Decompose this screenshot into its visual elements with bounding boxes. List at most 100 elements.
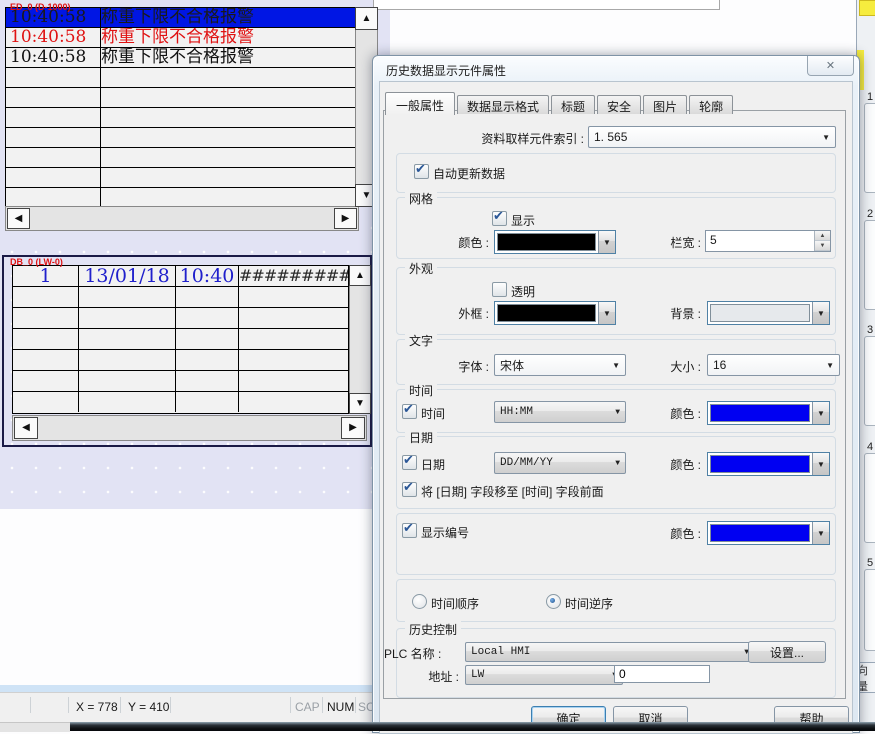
show-number-label: 显示编号 <box>421 524 469 541</box>
table-hscrollbar[interactable] <box>12 415 367 441</box>
background-color-select[interactable]: ▼ <box>707 301 830 325</box>
grid-show-checkbox[interactable]: ✔ <box>492 211 507 226</box>
library-item-thumb[interactable] <box>864 569 875 651</box>
table-row <box>13 287 348 308</box>
close-icon[interactable]: ✕ <box>807 56 854 76</box>
table-row <box>13 371 348 392</box>
library-item-number: 4 <box>867 441 873 453</box>
check-icon: ✔ <box>403 520 414 536</box>
settings-button[interactable]: 设置... <box>748 641 826 663</box>
scroll-left-button[interactable]: ◀ <box>14 417 38 439</box>
check-icon: ✔ <box>493 208 504 224</box>
scroll-up-button[interactable]: ▲ <box>349 265 371 286</box>
date-format-select[interactable]: DD/MM/YY▼ <box>494 452 626 474</box>
font-label: 字体 : <box>435 358 489 375</box>
grid-color-label: 颜色 : <box>435 234 489 251</box>
library-item-thumb[interactable] <box>864 453 875 543</box>
color-swatch <box>710 304 810 322</box>
cursor-x-readout: X = 778 <box>76 700 118 714</box>
auto-update-checkbox[interactable]: ✔ <box>414 164 429 179</box>
color-swatch <box>497 304 596 322</box>
color-swatch <box>497 233 596 251</box>
alarm-hscrollbar[interactable] <box>5 206 359 231</box>
tab-security[interactable]: 安全 <box>597 95 641 114</box>
address-value-input[interactable] <box>614 665 710 683</box>
time-descending-label: 时间逆序 <box>565 595 613 612</box>
time-label: 时间 <box>421 405 445 422</box>
font-size-select[interactable]: 16▼ <box>707 354 840 376</box>
scroll-up-button[interactable]: ▲ <box>355 7 378 30</box>
highlight-block <box>859 0 875 16</box>
history-control-group: 历史控制 <box>396 628 836 698</box>
table-row: 1 13/01/18 10:40 ########## <box>13 266 348 287</box>
time-color-select[interactable]: ▼ <box>707 401 830 425</box>
font-select[interactable]: 宋体▼ <box>494 354 626 376</box>
grid-color-select[interactable]: ▼ <box>494 230 616 254</box>
date-cell: 13/01/18 <box>79 266 176 286</box>
table-row <box>13 329 348 350</box>
alarm-display-element[interactable]: 10:40:58 称重下限不合格报警 10:40:58 称重下限不合格报警 10… <box>5 7 357 209</box>
canvas-hscroll-strip[interactable] <box>0 685 372 692</box>
scroll-left-button[interactable]: ◀ <box>7 208 30 229</box>
plc-name-select[interactable]: Local HMI▼ <box>465 642 755 662</box>
tab-title[interactable]: 标题 <box>551 95 595 114</box>
taskbar-strip[interactable] <box>70 722 875 731</box>
number-color-select[interactable]: ▼ <box>707 521 830 545</box>
check-icon: ✔ <box>403 452 414 468</box>
scroll-right-button[interactable]: ▶ <box>334 208 357 229</box>
library-item-number: 3 <box>867 324 873 336</box>
tab-general[interactable]: 一般属性 <box>385 92 455 115</box>
time-checkbox[interactable]: ✔ <box>402 404 417 419</box>
grid-width-stepper[interactable]: 5 ▲▼ <box>705 230 831 252</box>
library-item-thumb[interactable] <box>864 220 875 310</box>
date-color-select[interactable]: ▼ <box>707 452 830 476</box>
color-swatch <box>710 524 810 542</box>
cursor-y-readout: Y = 410 <box>128 700 169 714</box>
date-checkbox[interactable]: ✔ <box>402 455 417 470</box>
sampling-index-select[interactable]: 1. 565▼ <box>588 126 836 148</box>
color-swatch <box>710 455 810 473</box>
date-before-time-checkbox[interactable]: ✔ <box>402 482 417 497</box>
chevron-down-icon: ▼ <box>812 402 829 424</box>
time-ascending-label: 时间顺序 <box>431 595 479 612</box>
history-table-element[interactable]: 1 13/01/18 10:40 ########## <box>12 265 349 414</box>
history-element-label: DB_0 (LW-0) <box>10 257 63 267</box>
scroll-down-button[interactable]: ▼ <box>349 393 371 414</box>
plc-name-label: PLC 名称 : <box>384 645 441 662</box>
table-vscrollbar[interactable] <box>349 265 371 414</box>
transparent-checkbox[interactable]: ✔ <box>492 282 507 297</box>
time-format-select[interactable]: HH:MM▼ <box>494 401 626 423</box>
table-row <box>13 308 348 329</box>
number-color-label: 颜色 : <box>653 525 701 542</box>
date-label: 日期 <box>421 456 445 473</box>
spin-down-icon[interactable]: ▼ <box>815 241 830 251</box>
alarm-message-cell: 称重下限不合格报警 <box>101 8 356 27</box>
color-swatch <box>710 404 810 422</box>
grid-show-label: 显示 <box>511 212 535 229</box>
table-row <box>13 392 348 412</box>
alarm-row: 10:40:58 称重下限不合格报警 <box>6 28 356 48</box>
spin-up-icon[interactable]: ▲ <box>815 231 830 241</box>
alarm-row: 10:40:58 称重下限不合格报警 <box>6 48 356 68</box>
time-descending-radio[interactable] <box>546 594 561 609</box>
time-ascending-radio[interactable] <box>412 594 427 609</box>
chevron-down-icon: ▼ <box>812 522 829 544</box>
scroll-right-button[interactable]: ▶ <box>341 417 365 439</box>
library-item-thumb[interactable] <box>864 336 875 426</box>
alarm-row <box>6 148 356 168</box>
alarm-row <box>6 128 356 148</box>
library-item-thumb[interactable] <box>864 103 875 193</box>
alarm-row <box>6 168 356 188</box>
tab-picture[interactable]: 图片 <box>643 95 687 114</box>
alarm-row <box>6 188 356 207</box>
alarm-row <box>6 108 356 128</box>
window-edge-bar <box>373 0 720 10</box>
chevron-down-icon: ▼ <box>615 408 620 417</box>
tab-profile[interactable]: 轮廓 <box>689 95 733 114</box>
tab-bar: 一般属性 数据显示格式 标题 安全 图片 轮廓 <box>385 92 735 114</box>
tab-data-format[interactable]: 数据显示格式 <box>457 95 549 114</box>
address-type-select[interactable]: LW▼ <box>465 665 623 685</box>
frame-color-select[interactable]: ▼ <box>494 301 616 325</box>
show-number-checkbox[interactable]: ✔ <box>402 523 417 538</box>
date-before-time-label: 将 [日期] 字段移至 [时间] 字段前面 <box>421 483 604 500</box>
